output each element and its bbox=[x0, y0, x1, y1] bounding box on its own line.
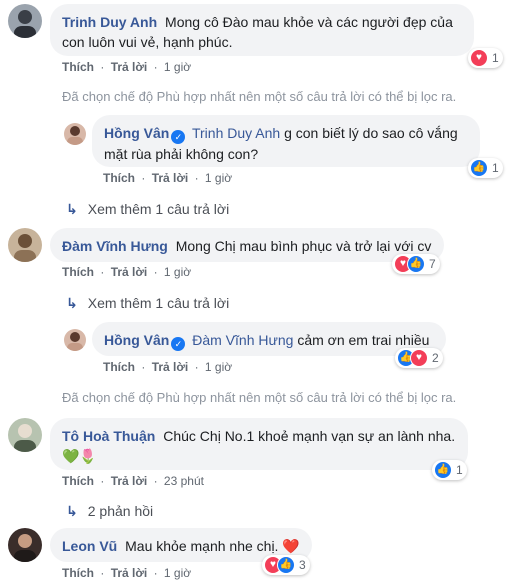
comment-actions: Thích · Trả lời · 1 giờ bbox=[62, 60, 191, 74]
mentioned-user[interactable]: Trinh Duy Anh bbox=[192, 125, 280, 141]
comment-text: cảm ơn em trai nhiều bbox=[297, 332, 430, 348]
reaction-count: 2 bbox=[432, 351, 439, 365]
comment-time[interactable]: 1 giờ bbox=[164, 566, 191, 580]
like-link[interactable]: Thích bbox=[103, 360, 135, 374]
comment-bubble: Tô Hoà Thuận Chúc Chị No.1 khoẻ mạnh vạn… bbox=[50, 418, 468, 470]
reply-bubble: Hồng Vân ✓ Trinh Duy Anh g con biết lý do… bbox=[92, 115, 480, 167]
view-more-replies[interactable]: ↳ 2 phản hồi bbox=[66, 503, 153, 520]
reply-link[interactable]: Trả lời bbox=[111, 474, 148, 488]
comment-author[interactable]: Hồng Vân bbox=[104, 332, 169, 348]
reaction-count: 1 bbox=[492, 161, 499, 175]
comment-actions: Thích · Trả lời · 1 giờ bbox=[62, 566, 191, 580]
like-reaction-icon: 👍 bbox=[407, 255, 425, 273]
like-link[interactable]: Thích bbox=[62, 474, 94, 488]
reaction-summary[interactable]: 👍 1 bbox=[468, 158, 503, 178]
separator: · bbox=[153, 60, 158, 74]
like-reaction-icon: 👍 bbox=[277, 556, 295, 574]
comment-bubble: Đàm Vĩnh Hưng Mong Chị mau bình phục và … bbox=[50, 228, 444, 262]
reaction-summary[interactable]: ♥ 👍 7 bbox=[392, 254, 440, 274]
comment-actions: Thích · Trả lời · 23 phút bbox=[62, 474, 204, 488]
reaction-count: 7 bbox=[429, 257, 436, 271]
view-more-label: Xem thêm 1 câu trả lời bbox=[87, 201, 230, 217]
like-reaction-icon: 👍 bbox=[470, 159, 488, 177]
comment-emoji: ❤️ bbox=[282, 538, 300, 554]
person-icon bbox=[14, 424, 36, 452]
separator: · bbox=[153, 566, 158, 580]
reaction-summary[interactable]: 👍 1 bbox=[432, 460, 467, 480]
comment-text: Mong Chị mau bình phục và trở lại với cv bbox=[175, 238, 432, 254]
separator: · bbox=[153, 474, 158, 488]
reply-arrow-icon: ↳ bbox=[66, 201, 78, 217]
verified-badge-icon: ✓ bbox=[171, 337, 186, 351]
reaction-count: 3 bbox=[299, 558, 306, 572]
reply-arrow-icon: ↳ bbox=[66, 295, 78, 311]
separator: · bbox=[100, 566, 105, 580]
comment-author[interactable]: Hồng Vân bbox=[104, 125, 169, 141]
like-reaction-icon: 👍 bbox=[434, 461, 452, 479]
comment-actions: Thích · Trả lời · 1 giờ bbox=[103, 171, 232, 185]
comment-time[interactable]: 1 giờ bbox=[164, 265, 191, 279]
separator: · bbox=[141, 360, 146, 374]
person-icon bbox=[14, 234, 36, 262]
reply-link[interactable]: Trả lời bbox=[111, 566, 148, 580]
heart-reaction-icon: ♥ bbox=[470, 49, 488, 67]
view-more-replies[interactable]: ↳ Xem thêm 1 câu trả lời bbox=[66, 295, 229, 312]
comment-author[interactable]: Leon Vũ bbox=[62, 538, 117, 554]
like-link[interactable]: Thích bbox=[62, 265, 94, 279]
reply-arrow-icon: ↳ bbox=[66, 503, 78, 519]
comment-time[interactable]: 1 giờ bbox=[164, 60, 191, 74]
avatar[interactable] bbox=[8, 4, 42, 38]
reaction-count: 1 bbox=[492, 51, 499, 65]
comment-author[interactable]: Tô Hoà Thuận bbox=[62, 428, 155, 444]
comment-author[interactable]: Đàm Vĩnh Hưng bbox=[62, 238, 168, 254]
separator: · bbox=[100, 60, 105, 74]
filter-notice: Đã chọn chế độ Phù hợp nhất nên một số c… bbox=[62, 89, 457, 104]
reply-link[interactable]: Trả lời bbox=[111, 60, 148, 74]
separator: · bbox=[194, 171, 199, 185]
comment-time[interactable]: 23 phút bbox=[164, 474, 204, 488]
avatar[interactable] bbox=[64, 329, 86, 351]
reaction-summary[interactable]: 👍 ♥ 2 bbox=[395, 348, 443, 368]
person-icon bbox=[67, 126, 83, 145]
view-more-label: 2 phản hồi bbox=[87, 503, 154, 519]
separator: · bbox=[194, 360, 199, 374]
separator: · bbox=[153, 265, 158, 279]
reaction-count: 1 bbox=[456, 463, 463, 477]
reaction-summary[interactable]: ♥ 👍 3 bbox=[262, 555, 310, 575]
like-link[interactable]: Thích bbox=[62, 566, 94, 580]
comment-bubble: Trinh Duy Anh Mong cô Đào mau khỏe và cá… bbox=[50, 4, 474, 56]
avatar[interactable] bbox=[64, 123, 86, 145]
comment-time[interactable]: 1 giờ bbox=[205, 360, 232, 374]
person-icon bbox=[67, 332, 83, 351]
comment-time[interactable]: 1 giờ bbox=[205, 171, 232, 185]
separator: · bbox=[141, 171, 146, 185]
reply-link[interactable]: Trả lời bbox=[111, 265, 148, 279]
reply-bubble: Hồng Vân ✓ Đàm Vĩnh Hưng cảm ơn em trai n… bbox=[92, 322, 446, 356]
person-icon bbox=[14, 10, 36, 38]
mentioned-user[interactable]: Đàm Vĩnh Hưng bbox=[192, 332, 293, 348]
like-link[interactable]: Thích bbox=[62, 60, 94, 74]
separator: · bbox=[100, 474, 105, 488]
avatar[interactable] bbox=[8, 528, 42, 562]
reply-link[interactable]: Trả lời bbox=[152, 171, 189, 185]
view-more-replies[interactable]: ↳ Xem thêm 1 câu trả lời bbox=[66, 201, 229, 218]
reply-link[interactable]: Trả lời bbox=[152, 360, 189, 374]
avatar[interactable] bbox=[8, 418, 42, 452]
filter-notice: Đã chọn chế độ Phù hợp nhất nên một số c… bbox=[62, 390, 457, 405]
comment-text: Chúc Chị No.1 khoẻ mạnh vạn sự an lành n… bbox=[163, 428, 456, 444]
comment-actions: Thích · Trả lời · 1 giờ bbox=[103, 360, 232, 374]
like-link[interactable]: Thích bbox=[103, 171, 135, 185]
verified-badge-icon: ✓ bbox=[171, 130, 186, 144]
comment-emoji: 💚🌷 bbox=[62, 448, 97, 464]
avatar[interactable] bbox=[8, 228, 42, 262]
view-more-label: Xem thêm 1 câu trả lời bbox=[87, 295, 230, 311]
heart-reaction-icon: ♥ bbox=[410, 349, 428, 367]
person-icon bbox=[14, 534, 36, 562]
comment-text: Mau khỏe mạnh nhe chị. bbox=[125, 538, 279, 554]
reaction-summary[interactable]: ♥ 1 bbox=[468, 48, 503, 68]
separator: · bbox=[100, 265, 105, 279]
comment-actions: Thích · Trả lời · 1 giờ bbox=[62, 265, 191, 279]
comment-author[interactable]: Trinh Duy Anh bbox=[62, 14, 157, 30]
